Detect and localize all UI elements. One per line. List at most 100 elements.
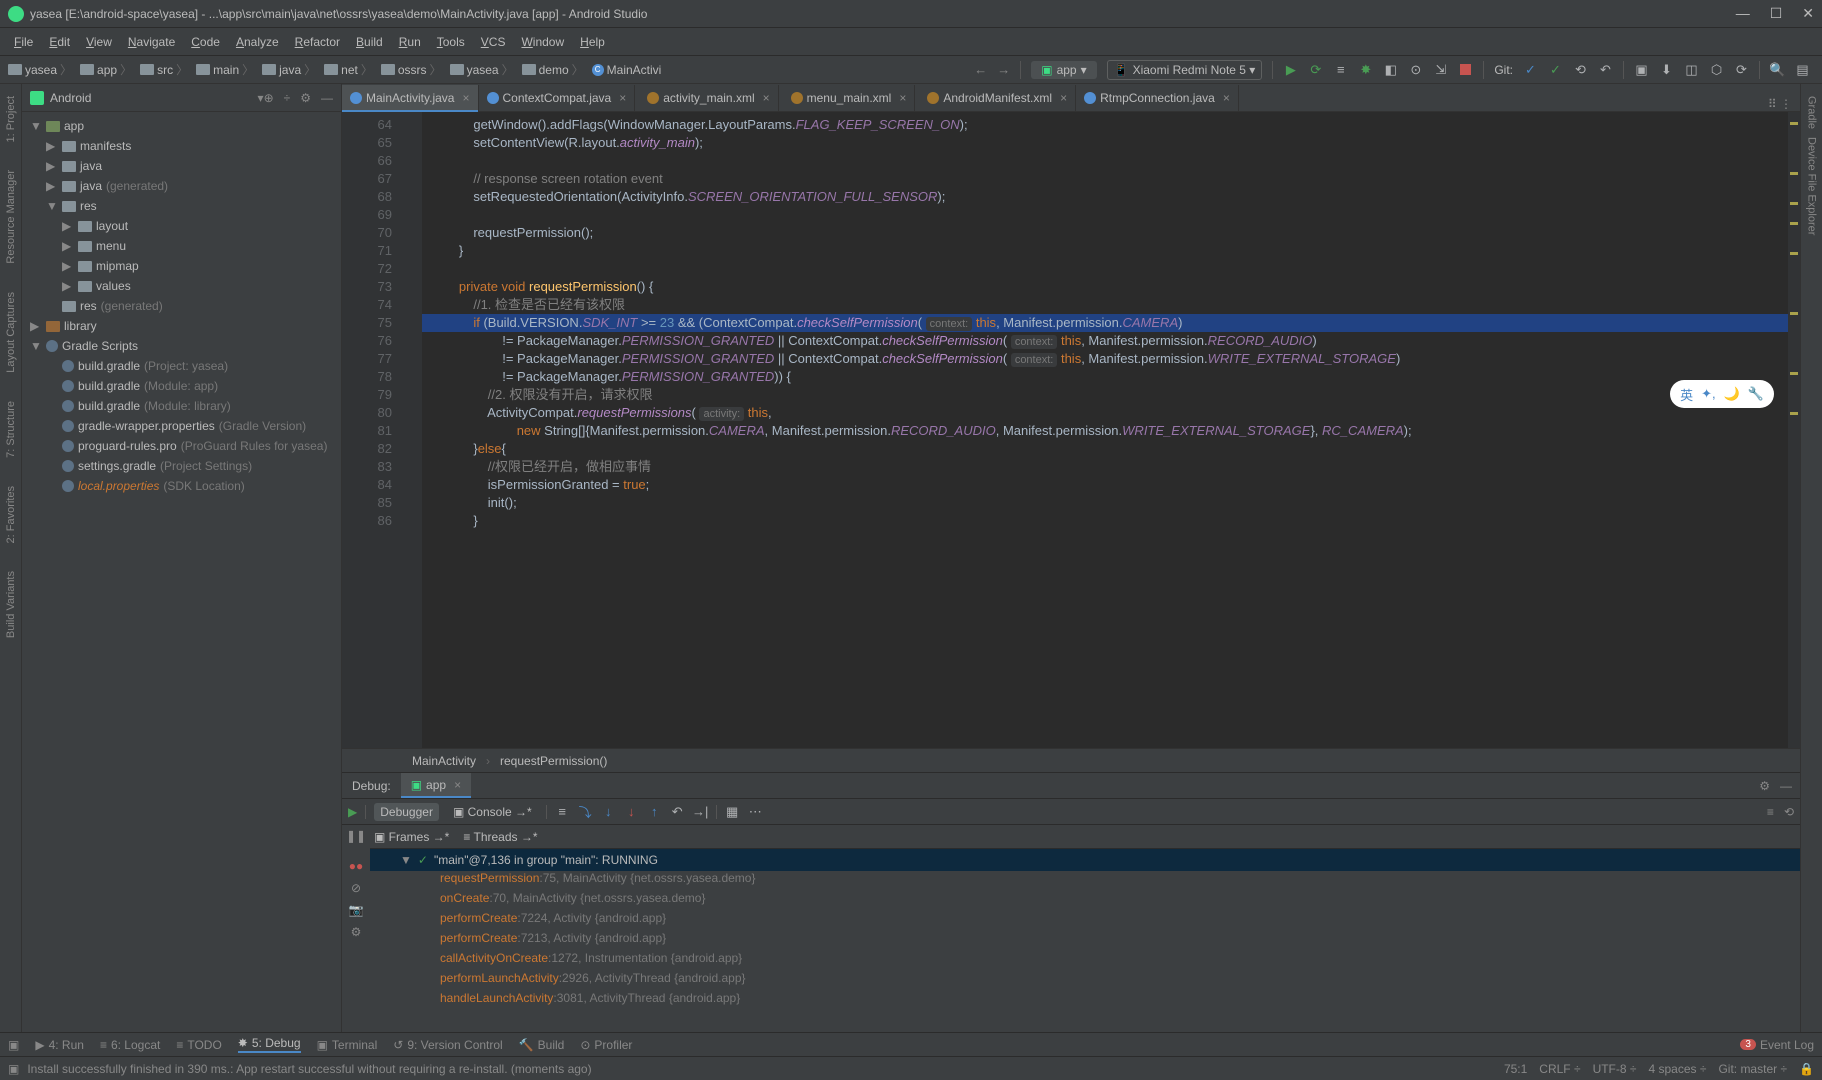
frames-tab[interactable]: ▣ Frames →*: [374, 830, 449, 844]
step-over-icon[interactable]: ⤵: [578, 804, 593, 819]
step-out-icon[interactable]: ↑: [647, 804, 662, 819]
git-commit-icon[interactable]: ✓: [1548, 62, 1563, 77]
breadcrumb[interactable]: main〉: [192, 61, 258, 78]
git-branch[interactable]: Git: master ÷: [1718, 1062, 1787, 1076]
breakpoints-icon[interactable]: ●●: [349, 859, 364, 873]
apply-changes-icon[interactable]: ⟳: [1308, 62, 1323, 77]
menu-edit[interactable]: Edit: [43, 32, 76, 52]
console-subtab[interactable]: ▣ Console →*: [447, 803, 538, 821]
mute-bp-icon[interactable]: ⊘: [351, 881, 361, 895]
crumb-method[interactable]: requestPermission(): [500, 754, 607, 768]
tree-item[interactable]: ▼app: [22, 116, 341, 136]
git-revert-icon[interactable]: ↶: [1598, 62, 1613, 77]
tool-device-file-explorer[interactable]: Device File Explorer: [1806, 137, 1818, 235]
tree-item[interactable]: ▶manifests: [22, 136, 341, 156]
camera-icon[interactable]: 📷: [349, 903, 364, 917]
debugger-subtab[interactable]: Debugger: [374, 803, 439, 821]
run-button[interactable]: ▶: [1283, 62, 1298, 77]
minimize-button[interactable]: —: [1736, 5, 1750, 22]
bottom-tool-build[interactable]: 🔨Build: [519, 1036, 565, 1053]
tool-layout-captures[interactable]: Layout Captures: [5, 292, 17, 373]
editor-tab[interactable]: activity_main.xml×: [635, 85, 778, 111]
editor-tab[interactable]: AndroidManifest.xml×: [915, 85, 1076, 111]
debug-gear-icon[interactable]: ⚙: [1759, 779, 1770, 793]
breadcrumb[interactable]: ossrs〉: [377, 61, 446, 78]
attach-debugger-icon[interactable]: ⇲: [1433, 62, 1448, 77]
breadcrumb[interactable]: net〉: [320, 61, 377, 78]
tree-item[interactable]: build.gradle (Module: app): [22, 376, 341, 396]
tree-item[interactable]: ▶mipmap: [22, 256, 341, 276]
gear-icon[interactable]: ⚙: [300, 91, 311, 105]
tree-item[interactable]: proguard-rules.pro (ProGuard Rules for y…: [22, 436, 341, 456]
ime-widget[interactable]: 英✦,🌙🔧: [1670, 380, 1774, 408]
menu-tools[interactable]: Tools: [431, 32, 471, 52]
bottom-tool-6-logcat[interactable]: ≡6: Logcat: [100, 1036, 160, 1053]
tool-resource-manager[interactable]: Resource Manager: [5, 170, 17, 264]
profile-icon[interactable]: ⊙: [1408, 62, 1423, 77]
run-config-selector[interactable]: ▣app▾: [1031, 61, 1096, 79]
debug-button[interactable]: ✸: [1358, 62, 1373, 77]
lock-icon[interactable]: 🔒: [1799, 1062, 1814, 1076]
collapse-icon[interactable]: ÷: [284, 91, 291, 105]
coverage-icon[interactable]: ◧: [1383, 62, 1398, 77]
drop-frame-icon[interactable]: ↶: [670, 804, 685, 819]
tree-item[interactable]: local.properties (SDK Location): [22, 476, 341, 496]
force-step-into-icon[interactable]: ↓: [624, 804, 639, 819]
editor-tab[interactable]: MainActivity.java×: [342, 85, 479, 111]
tree-item[interactable]: ▼res: [22, 196, 341, 216]
tree-item[interactable]: gradle-wrapper.properties (Gradle Versio…: [22, 416, 341, 436]
menu-window[interactable]: Window: [515, 32, 570, 52]
nav-forward-icon[interactable]: →: [997, 62, 1010, 77]
project-scope[interactable]: Android: [50, 91, 258, 105]
menu-navigate[interactable]: Navigate: [122, 32, 181, 52]
breadcrumb[interactable]: CMainActivi: [588, 61, 666, 78]
menu-view[interactable]: View: [80, 32, 118, 52]
nav-back-icon[interactable]: ←: [974, 62, 987, 77]
tree-item[interactable]: build.gradle (Module: library): [22, 396, 341, 416]
tool-7-structure[interactable]: 7: Structure: [5, 401, 17, 458]
maximize-button[interactable]: ☐: [1770, 5, 1783, 22]
stop-button[interactable]: [1458, 62, 1473, 77]
editor-tab[interactable]: menu_main.xml×: [779, 85, 916, 111]
bottom-tool-profiler[interactable]: ⊙Profiler: [580, 1036, 632, 1053]
breadcrumb[interactable]: app〉: [76, 61, 136, 78]
menu-code[interactable]: Code: [185, 32, 226, 52]
breadcrumb[interactable]: java〉: [258, 61, 320, 78]
tool-1-project[interactable]: 1: Project: [5, 96, 17, 142]
menu-run[interactable]: Run: [393, 32, 427, 52]
git-history-icon[interactable]: ⟲: [1573, 62, 1588, 77]
stack-frame[interactable]: requestPermission:75, MainActivity {net.…: [370, 871, 1800, 891]
caret-position[interactable]: 75:1: [1504, 1062, 1527, 1076]
git-update-icon[interactable]: ✓: [1523, 62, 1538, 77]
evaluate-icon[interactable]: ▦: [725, 804, 740, 819]
tree-item[interactable]: res (generated): [22, 296, 341, 316]
apply-code-icon[interactable]: ≡: [1333, 62, 1348, 77]
crumb-class[interactable]: MainActivity: [412, 754, 476, 768]
encoding[interactable]: UTF-8 ÷: [1593, 1062, 1637, 1076]
breadcrumb[interactable]: yasea〉: [4, 61, 76, 78]
bottom-tool-terminal[interactable]: ▣Terminal: [317, 1036, 378, 1053]
resume-button[interactable]: ▶: [348, 805, 357, 819]
stack-frame[interactable]: performLaunchActivity:2926, ActivityThre…: [370, 971, 1800, 991]
target-icon[interactable]: ⊕: [264, 91, 274, 105]
more-icon[interactable]: ⋯: [748, 804, 763, 819]
status-tools-icon[interactable]: ▣: [8, 1062, 19, 1076]
stack-frame[interactable]: callActivityOnCreate:1272, Instrumentati…: [370, 951, 1800, 971]
stack-frame[interactable]: performCreate:7224, Activity {android.ap…: [370, 911, 1800, 931]
resource-icon[interactable]: ⬡: [1709, 62, 1724, 77]
tree-item[interactable]: ▼Gradle Scripts: [22, 336, 341, 356]
code-editor[interactable]: 6465666768697071727374757677787980818283…: [342, 112, 1800, 748]
device-selector[interactable]: 📱Xiaomi Redmi Note 5 ▾: [1107, 60, 1263, 80]
breadcrumb[interactable]: yasea〉: [446, 61, 518, 78]
bottom-tool-9-version-control[interactable]: ↺9: Version Control: [393, 1036, 502, 1053]
code-area[interactable]: getWindow().addFlags(WindowManager.Layou…: [422, 112, 1788, 748]
tool-2-favorites[interactable]: 2: Favorites: [5, 486, 17, 543]
menu-refactor[interactable]: Refactor: [289, 32, 346, 52]
menu-analyze[interactable]: Analyze: [230, 32, 285, 52]
thread-row[interactable]: ▼✓"main"@7,136 in group "main": RUNNING: [370, 849, 1800, 871]
event-log-button[interactable]: Event Log: [1760, 1038, 1814, 1052]
layout-inspector-icon[interactable]: ◫: [1684, 62, 1699, 77]
settings2-icon[interactable]: ⚙: [351, 925, 362, 939]
pause-icon[interactable]: ❚❚: [346, 829, 366, 843]
step-into-icon[interactable]: ↓: [601, 804, 616, 819]
